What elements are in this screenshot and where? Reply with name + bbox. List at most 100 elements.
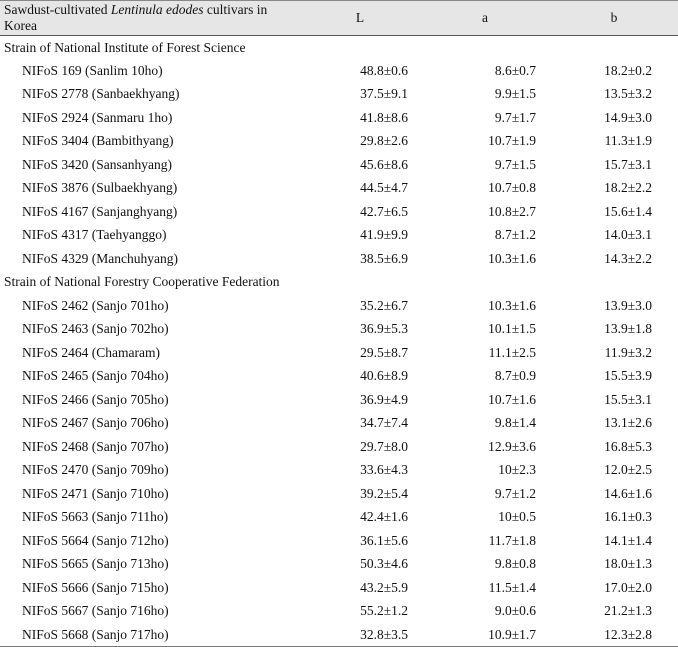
value-L: 35.2±6.7 <box>360 297 408 313</box>
value-a: 10.9±1.7 <box>420 623 550 647</box>
value-a: 8.7±1.2 <box>494 227 536 243</box>
value-L: 39.2±5.4 <box>360 485 408 501</box>
cultivar-name: NIFoS 2468 (Sanjo 707ho) <box>22 438 169 454</box>
table-row: NIFoS 2470 (Sanjo 709ho) 33.6±4.3 10±2.3 12… <box>0 459 678 483</box>
value-L: 45.6±8.6 <box>360 156 408 172</box>
value-L: 40.6±8.9 <box>360 368 408 384</box>
cultivar-name: NIFoS 2778 (Sanbaekhyang) <box>22 86 180 102</box>
value-L: 37.5±9.1 <box>360 86 408 102</box>
value-a: 11.5±1.4 <box>488 579 536 595</box>
value-a: 10.8±2.7 <box>488 203 536 219</box>
table-header-row: Sawdust-cultivated Lentinula edodes cult… <box>0 0 678 36</box>
value-b: 18.0±1.3 <box>604 556 652 572</box>
value-b: 17.0±2.0 <box>604 579 652 595</box>
value-a: 12.9±3.6 <box>488 438 536 454</box>
table-row: NIFoS 4167 (Sanjanghyang) 42.7±6.5 10.8±2.… <box>0 200 678 224</box>
header-title-species: Lentinula edodes <box>110 2 204 17</box>
cultivar-name: NIFoS 3404 (Bambithyang) <box>22 133 174 149</box>
cultivar-name: NIFoS 2924 (Sanmaru 1ho) <box>22 109 173 125</box>
value-a: 8.7±0.9 <box>494 368 536 384</box>
value-a: 10.7±1.6 <box>488 391 536 407</box>
table-row: NIFoS 5665 (Sanjo 713ho) 50.3±4.6 9.8±0.8 1… <box>0 553 678 577</box>
cultivar-name: NIFoS 4167 (Sanjanghyang) <box>22 203 178 219</box>
cultivar-name: NIFoS 5667 (Sanjo 716ho) <box>22 603 169 619</box>
value-b: 14.6±1.6 <box>604 485 652 501</box>
value-a: 8.6±0.7 <box>494 62 536 78</box>
header-a: a <box>420 0 550 36</box>
table-row: NIFoS 2464 (Chamaram) 29.5±8.7 11.1±2.5 11.… <box>0 341 678 365</box>
cultivar-name: NIFoS 2463 (Sanjo 702ho) <box>22 321 169 337</box>
value-L: 38.5±6.9 <box>360 250 408 266</box>
value-a: 10.3±1.6 <box>488 250 536 266</box>
value-b: 12.3±2.8 <box>550 623 678 647</box>
cultivar-name: NIFoS 2465 (Sanjo 704ho) <box>22 368 169 384</box>
header-cultivar: Sawdust-cultivated Lentinula edodes cult… <box>0 0 300 36</box>
value-b: 12.0±2.5 <box>604 462 652 478</box>
table-row: NIFoS 2463 (Sanjo 702ho) 36.9±5.3 10.1±1.5… <box>0 318 678 342</box>
value-L: 33.6±4.3 <box>360 462 408 478</box>
value-a: 11.7±1.8 <box>488 532 536 548</box>
value-a: 9.0±0.6 <box>494 603 536 619</box>
table-body: Strain of National Institute of Forest S… <box>0 36 678 647</box>
cultivar-name: NIFoS 5665 (Sanjo 713ho) <box>22 556 169 572</box>
value-b: 15.5±3.1 <box>604 391 652 407</box>
value-b: 13.5±3.2 <box>604 86 652 102</box>
cultivar-name: NIFoS 2466 (Sanjo 705ho) <box>22 391 169 407</box>
value-L: 36.1±5.6 <box>360 532 408 548</box>
value-b: 13.9±1.8 <box>604 321 652 337</box>
value-a: 9.8±0.8 <box>494 556 536 572</box>
table-row: NIFoS 3876 (Sulbaekhyang) 44.5±4.7 10.7±0.… <box>0 177 678 201</box>
value-b: 13.9±3.0 <box>604 297 652 313</box>
table-row: NIFoS 4317 (Taehyanggo) 41.9±9.9 8.7±1.2 14… <box>0 224 678 248</box>
value-a: 9.7±1.2 <box>494 485 536 501</box>
table-row: NIFoS 5664 (Sanjo 712ho) 36.1±5.6 11.7±1.8… <box>0 529 678 553</box>
value-b: 15.7±3.1 <box>604 156 652 172</box>
header-L: L <box>300 0 420 36</box>
value-a: 9.7±1.7 <box>494 109 536 125</box>
value-b: 11.3±1.9 <box>604 133 652 149</box>
table-row: NIFoS 3420 (Sansanhyang) 45.6±8.6 9.7±1.5 1… <box>0 153 678 177</box>
header-title-prefix: Sawdust-cultivated <box>4 2 111 17</box>
value-b: 14.0±3.1 <box>604 227 652 243</box>
value-b: 15.6±1.4 <box>604 203 652 219</box>
cultivar-name: NIFoS 5668 (Sanjo 717ho) <box>0 623 300 647</box>
header-b: b <box>550 0 678 36</box>
cultivar-name: NIFoS 2462 (Sanjo 701ho) <box>22 297 169 313</box>
table-row: NIFoS 5666 (Sanjo 715ho) 43.2±5.9 11.5±1.4… <box>0 576 678 600</box>
value-a: 10.7±0.8 <box>488 180 536 196</box>
cultivar-name: NIFoS 3876 (Sulbaekhyang) <box>22 180 178 196</box>
table-row: NIFoS 4329 (Manchuhyang) 38.5±6.9 10.3±1.6… <box>0 247 678 271</box>
value-b: 16.8±5.3 <box>604 438 652 454</box>
value-L: 42.4±1.6 <box>360 509 408 525</box>
table-row: NIFoS 2466 (Sanjo 705ho) 36.9±4.9 10.7±1.6… <box>0 388 678 412</box>
cultivar-name: NIFoS 169 (Sanlim 10ho) <box>22 62 163 78</box>
table-row: NIFoS 3404 (Bambithyang) 29.8±2.6 10.7±1.9… <box>0 130 678 154</box>
cultivar-name: NIFoS 3420 (Sansanhyang) <box>22 156 172 172</box>
value-b: 16.1±0.3 <box>604 509 652 525</box>
table-row: NIFoS 2462 (Sanjo 701ho) 35.2±6.7 10.3±1.6… <box>0 294 678 318</box>
value-b: 14.9±3.0 <box>604 109 652 125</box>
value-L: 32.8±3.5 <box>300 623 420 647</box>
cultivar-name: NIFoS 2471 (Sanjo 710ho) <box>22 485 169 501</box>
cultivar-name: NIFoS 4329 (Manchuhyang) <box>22 250 178 266</box>
value-a: 9.9±1.5 <box>494 86 536 102</box>
cultivar-name: NIFoS 4317 (Taehyanggo) <box>22 227 167 243</box>
table-row: NIFoS 169 (Sanlim 10ho) 48.8±0.6 8.6±0.7 18… <box>0 59 678 83</box>
value-L: 36.9±4.9 <box>360 391 408 407</box>
value-a: 9.8±1.4 <box>494 415 536 431</box>
value-L: 50.3±4.6 <box>360 556 408 572</box>
table-row: NIFoS 5663 (Sanjo 711ho) 42.4±1.6 10±0.5 16… <box>0 506 678 530</box>
value-b: 18.2±2.2 <box>604 180 652 196</box>
group-row: Strain of National Institute of Forest S… <box>0 36 678 60</box>
value-L: 42.7±6.5 <box>360 203 408 219</box>
table-row: NIFoS 2465 (Sanjo 704ho) 40.6±8.9 8.7±0.9 1… <box>0 365 678 389</box>
cultivar-name: NIFoS 5663 (Sanjo 711ho) <box>22 509 169 525</box>
cultivar-name: NIFoS 2470 (Sanjo 709ho) <box>22 462 169 478</box>
document-page: Sawdust-cultivated Lentinula edodes cult… <box>0 0 678 647</box>
table-row: NIFoS 2924 (Sanmaru 1ho) 41.8±8.6 9.7±1.7 1… <box>0 106 678 130</box>
group-row: Strain of National Forestry Cooperative … <box>0 271 678 295</box>
value-L: 36.9±5.3 <box>360 321 408 337</box>
cultivar-name: NIFoS 2464 (Chamaram) <box>22 344 160 360</box>
value-a: 10.1±1.5 <box>488 321 536 337</box>
table-row: NIFoS 2778 (Sanbaekhyang) 37.5±9.1 9.9±1.5… <box>0 83 678 107</box>
